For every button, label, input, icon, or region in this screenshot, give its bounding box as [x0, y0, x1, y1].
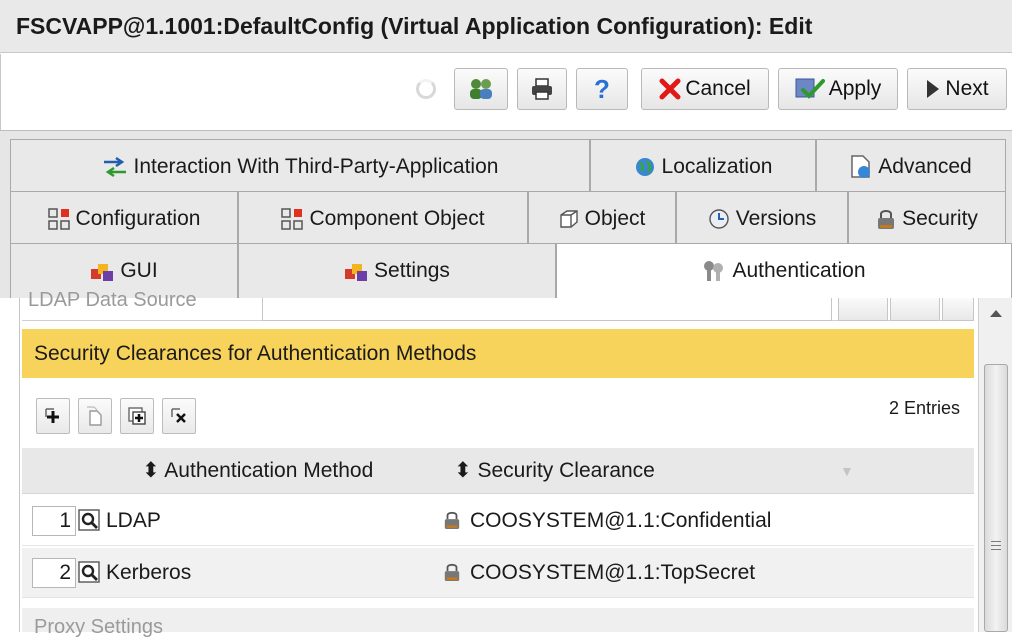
tab-component-object[interactable]: Component Object: [238, 191, 528, 247]
column-header-method[interactable]: ⬍ Authentication Method: [142, 448, 373, 494]
tab-strip: Interaction With Third-Party-Application…: [0, 130, 1012, 299]
apply-label: Apply: [828, 77, 882, 100]
copy-icon: [87, 406, 102, 426]
settings-icon: [345, 264, 368, 281]
apply-check-icon: [795, 78, 825, 99]
proxy-settings-row: Proxy Settings: [22, 608, 974, 638]
list-toolbar: 2 Entries: [22, 394, 974, 440]
column-header-clearance[interactable]: ⬍ Security Clearance: [454, 448, 655, 494]
versions-icon: [709, 209, 729, 229]
close-icon: [659, 78, 681, 100]
tab-authentication[interactable]: Authentication: [556, 243, 1012, 299]
tab-interaction[interactable]: Interaction With Third-Party-Application: [10, 139, 590, 195]
magnifier-icon[interactable]: [78, 509, 100, 531]
row-number: 2: [32, 558, 76, 588]
tab-localization[interactable]: Localization: [590, 139, 816, 195]
tab-advanced[interactable]: Advanced: [816, 139, 1006, 195]
cancel-button[interactable]: Cancel: [641, 68, 769, 110]
proxy-settings-label: Proxy Settings: [34, 616, 163, 638]
table-header: ⬍ Authentication Method ⬍ Security Clear…: [22, 448, 974, 494]
lock-icon: [444, 511, 460, 529]
configuration-icon: [47, 208, 70, 230]
print-button[interactable]: [517, 68, 567, 110]
scroll-grip-icon: [991, 541, 1001, 553]
next-arrow-icon: [927, 80, 940, 98]
table-row[interactable]: 1 LDAP COOSYSTEM@1.1:Confidential: [22, 496, 974, 546]
cancel-label: Cancel: [685, 77, 751, 100]
interaction-icon: [103, 156, 126, 178]
table-row[interactable]: 2 Kerberos COOSYSTEM@1.1:TopSecret: [22, 548, 974, 598]
sort-icon: ⬍: [142, 459, 160, 482]
copy-entry-button[interactable]: [78, 398, 112, 434]
tab-settings[interactable]: Settings: [238, 243, 556, 299]
add-entry-button[interactable]: [36, 398, 70, 434]
delete-row-icon: [171, 408, 186, 423]
toolbar: ? Cancel Apply Next: [0, 54, 1012, 130]
ldap-data-source-row: LDAP Data Source: [22, 289, 974, 321]
globe-icon: [635, 158, 654, 176]
entries-count: 2 Entries: [888, 398, 960, 418]
auth-method-value: Kerberos: [106, 561, 192, 584]
help-icon: ?: [594, 73, 610, 104]
delete-entry-button[interactable]: [162, 398, 196, 434]
tab-versions[interactable]: Versions: [676, 191, 848, 247]
vertical-scrollbar[interactable]: [978, 298, 1012, 632]
security-clearance-value[interactable]: COOSYSTEM@1.1:Confidential: [470, 496, 771, 546]
lock-icon: [878, 210, 895, 229]
security-clearance-value[interactable]: COOSYSTEM@1.1:TopSecret: [470, 548, 755, 598]
magnifier-icon[interactable]: [78, 561, 100, 583]
tab-configuration[interactable]: Configuration: [10, 191, 238, 247]
component-icon: [281, 208, 304, 230]
window-title: FSCVAPP@1.1001:DefaultConfig (Virtual Ap…: [0, 0, 1012, 53]
users-icon: [470, 79, 492, 99]
loading-spinner-icon: [416, 79, 436, 99]
auth-method-value: LDAP: [106, 509, 161, 532]
section-header: Security Clearances for Authentication M…: [22, 329, 974, 378]
users-button[interactable]: [454, 68, 508, 110]
sort-icon: ⬍: [454, 459, 472, 482]
tab-content: LDAP Data Source Security Clearances for…: [0, 289, 1012, 638]
lock-icon: [444, 563, 460, 581]
ldap-search-button[interactable]: [838, 298, 888, 321]
tab-security[interactable]: Security: [848, 191, 1006, 247]
left-border: [0, 298, 20, 632]
insert-entry-button[interactable]: [120, 398, 154, 434]
row-number: 1: [32, 506, 76, 536]
next-button[interactable]: Next: [907, 68, 1007, 110]
help-button[interactable]: ?: [576, 68, 628, 110]
printer-icon: [532, 78, 552, 100]
ldap-menu-button[interactable]: [942, 298, 974, 321]
insert-row-icon: [128, 407, 146, 425]
keys-icon: [704, 261, 724, 281]
ldap-data-source-label: LDAP Data Source: [28, 289, 197, 311]
next-label: Next: [945, 77, 989, 100]
scrollbar-thumb[interactable]: [984, 364, 1008, 632]
tab-object[interactable]: Object: [528, 191, 676, 247]
column-dropdown-icon[interactable]: ▼: [840, 448, 854, 494]
ldap-edit-button[interactable]: [890, 298, 940, 321]
add-row-icon: [45, 408, 59, 423]
apply-button[interactable]: Apply: [778, 68, 898, 110]
object-cube-icon: [559, 210, 578, 228]
scroll-up-arrow-icon[interactable]: [989, 308, 1003, 318]
ldap-data-source-field[interactable]: [262, 298, 832, 321]
gui-icon: [91, 264, 114, 281]
advanced-icon: [851, 155, 871, 178]
